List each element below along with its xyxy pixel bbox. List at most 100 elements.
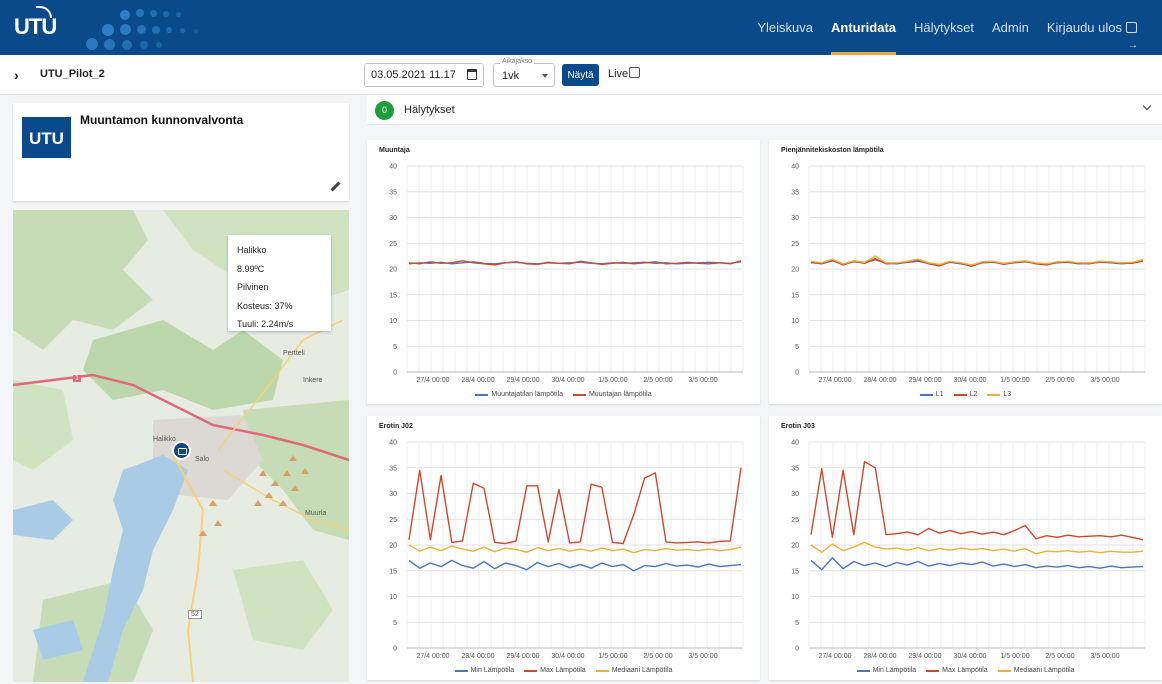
- chart-erotin-j02: 0 5 10 15 20 25 30 35 40 27/4 00:00 28/4 00:00 29/4…: [367, 416, 760, 680]
- y-tick-label: 20: [389, 543, 397, 550]
- decorative-dots: [80, 6, 220, 50]
- legend-item[interactable]: Min Lämpötila: [454, 667, 515, 674]
- legend-swatch: [987, 393, 1001, 396]
- chevron-down-icon[interactable]: [1142, 101, 1152, 111]
- chart-legend: Muuntajatilan lämpötila Muuntajan lämpöti…: [367, 391, 760, 398]
- nav-label: Admin: [991, 20, 1029, 35]
- legend-item[interactable]: Min Lämpötila: [856, 667, 917, 674]
- chart-erotin-j03: 0 5 10 15 20 25 30 35 40 27/4 00:00 28/4 00:00 29/4…: [769, 416, 1162, 680]
- chart-title: Pienjännitekiskoston lämpötila: [781, 147, 884, 154]
- legend-item[interactable]: Muuntajatilan lämpötila: [475, 391, 563, 398]
- weather-wind: Tuuli: 2.24m/s: [237, 319, 294, 329]
- legend-item[interactable]: Max Lämpötila: [926, 667, 988, 674]
- x-tick-label: 29/4 00:00: [506, 377, 539, 384]
- legend-label: Max Lämpötila: [540, 667, 586, 674]
- y-tick-label: 20: [791, 543, 799, 550]
- y-tick-label: 5: [795, 620, 799, 627]
- road-label-1: 1: [73, 375, 81, 382]
- legend-label: L3: [1003, 391, 1012, 398]
- x-tick-label: 1/5 00:00: [598, 377, 627, 384]
- legend-label: Muuntajatilan lämpötila: [491, 391, 563, 398]
- map-label-muurla: Muurla: [305, 510, 327, 517]
- chart-title: Erotin J02: [379, 423, 413, 430]
- calendar-icon[interactable]: [467, 69, 477, 80]
- x-tick-label: 3/5 00:00: [1090, 377, 1119, 384]
- y-tick-label: 25: [791, 241, 799, 248]
- chart-svg: 0 5 10 15 20 25 30 35 40 27/4 00:00 28/4 00:00 29/4…: [389, 164, 744, 384]
- nav-anturidata[interactable]: Anturidata: [822, 0, 905, 55]
- nav-logout[interactable]: Kirjaudu ulos: [1038, 0, 1146, 73]
- legend-label: Mediaani Lämpötila: [1013, 667, 1075, 674]
- map-label-inkere: Inkere: [303, 377, 323, 384]
- road-label-52: 52: [188, 610, 202, 619]
- legend-label: Max Lämpötila: [942, 667, 988, 674]
- x-tick-label: 1/5 00:00: [598, 653, 627, 660]
- x-tick-label: 30/4 00:00: [551, 653, 584, 660]
- x-tick-label: 27/4 00:00: [416, 653, 449, 660]
- main-nav: Yleiskuva Anturidata Hälytykset Admin Ki…: [748, 0, 1146, 73]
- legend-item[interactable]: L3: [987, 391, 1011, 398]
- legend-swatch: [856, 669, 870, 672]
- x-tick-label: 2/5 00:00: [1045, 653, 1074, 660]
- legend-label: Min Lämpötila: [470, 667, 515, 674]
- y-tick-label: 10: [791, 318, 799, 325]
- y-tick-label: 40: [389, 164, 397, 171]
- chart-pienjannitekiskosto: 0 5 10 15 20 25 30 35 40 27/4 00:00 28/4 00:00 29/4…: [769, 140, 1162, 404]
- legend-item[interactable]: Max Lämpötila: [524, 667, 586, 674]
- y-tick-label: 0: [795, 646, 799, 653]
- map-label-halikko: Halikko: [153, 436, 176, 443]
- y-tick-label: 40: [389, 440, 397, 447]
- utu-logo[interactable]: UTU: [14, 6, 57, 40]
- nav-yleiskuva[interactable]: Yleiskuva: [748, 0, 822, 55]
- x-tick-label: 29/4 00:00: [908, 653, 941, 660]
- period-label: Aikajakso: [500, 58, 534, 65]
- chart-title: Muuntaja: [379, 147, 410, 154]
- nav-halytykset[interactable]: Hälytykset: [905, 0, 983, 55]
- alarms-panel[interactable]: 0 Hälytykset: [367, 95, 1162, 125]
- legend-item[interactable]: Mediaani Lämpötila: [595, 667, 672, 674]
- location-marker-icon[interactable]: [172, 441, 191, 460]
- y-tick-label: 30: [791, 215, 799, 222]
- date-input[interactable]: 03.05.2021 11.17: [364, 63, 484, 87]
- legend-label: L2: [969, 391, 978, 398]
- map[interactable]: Pertteli Inkere Halikko Salo Muurla 1 52…: [13, 210, 349, 682]
- edit-icon[interactable]: [332, 189, 340, 191]
- y-tick-label: 25: [389, 517, 397, 524]
- x-tick-label: 28/4 00:00: [461, 377, 494, 384]
- legend-swatch: [454, 669, 468, 672]
- weather-condition: Pilvinen: [237, 282, 269, 292]
- nav-admin[interactable]: Admin: [983, 0, 1038, 55]
- map-label-salo: Salo: [195, 456, 210, 463]
- x-tick-label: 28/4 00:00: [461, 653, 494, 660]
- y-tick-label: 20: [389, 267, 397, 274]
- period-select[interactable]: Aikajakso 1vk: [493, 58, 555, 87]
- weather-popup: Halikko 8.99ºC Pilvinen Kosteus: 37% Tuu…: [228, 235, 331, 331]
- legend-item[interactable]: Muuntajan lämpötila: [572, 391, 652, 398]
- chart-legend: L1 L2 L3: [769, 391, 1162, 398]
- y-tick-label: 35: [791, 465, 799, 472]
- chevron-right-icon[interactable]: ›: [14, 67, 19, 83]
- y-tick-label: 15: [791, 292, 799, 299]
- y-tick-label: 15: [791, 568, 799, 575]
- legend-item[interactable]: L1: [919, 391, 944, 398]
- legend-label: L1: [935, 391, 944, 398]
- legend-label: Min Lämpötila: [872, 667, 917, 674]
- legend-label: Muuntajan lämpötila: [588, 391, 652, 398]
- weather-place: Halikko: [237, 245, 267, 255]
- y-tick-label: 35: [389, 189, 397, 196]
- live-checkbox[interactable]: [629, 67, 640, 78]
- legend-item[interactable]: L2: [953, 391, 978, 398]
- legend-swatch: [595, 669, 609, 672]
- nav-label: Anturidata: [831, 20, 897, 35]
- chart-title: Erotin J03: [781, 423, 815, 430]
- x-tick-label: 30/4 00:00: [953, 377, 986, 384]
- y-tick-label: 5: [393, 620, 397, 627]
- nav-label: Kirjaudu ulos: [1046, 20, 1122, 35]
- y-tick-label: 30: [791, 491, 799, 498]
- legend-item[interactable]: Mediaani Lämpötila: [997, 667, 1075, 674]
- chart-svg: 0 5 10 15 20 25 30 35 40 27/4 00:00 28/4 00:00 29/4…: [389, 440, 744, 660]
- x-tick-label: 3/5 00:00: [688, 653, 717, 660]
- show-button[interactable]: Näytä: [562, 64, 599, 86]
- x-tick-label: 2/5 00:00: [1045, 377, 1074, 384]
- x-tick-label: 3/5 00:00: [688, 377, 717, 384]
